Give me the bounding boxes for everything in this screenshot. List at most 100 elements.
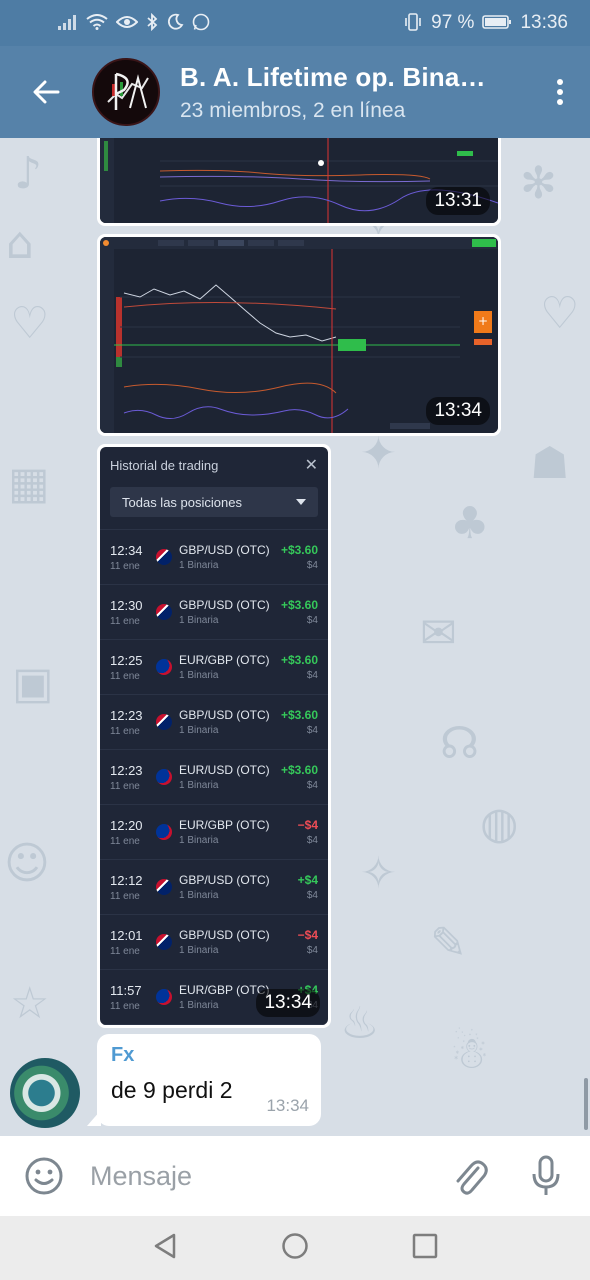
message-input[interactable]: Mensaje	[90, 1161, 446, 1192]
attach-button[interactable]	[446, 1152, 494, 1200]
trade-time: 12:23	[110, 762, 143, 778]
pancake-doodle-icon: ◍	[480, 798, 519, 849]
trade-row: 12:30 11 ene GBP/USD (OTC) 1 Binaria +$3.60 $…	[100, 585, 328, 640]
trade-pair-block: GBP/USD (OTC) 1 Binaria	[179, 928, 298, 956]
trade-type: 1 Binaria	[179, 835, 219, 846]
nav-home-button[interactable]	[281, 1232, 309, 1265]
nav-back-button[interactable]	[152, 1232, 178, 1265]
trade-time: 12:30	[110, 597, 143, 613]
currency-flag-icon	[156, 549, 172, 565]
more-vert-icon	[557, 79, 563, 105]
trade-pair-block: GBP/USD (OTC) 1 Binaria	[179, 708, 281, 736]
status-left-icons	[58, 12, 210, 34]
trade-time-block: 12:30 11 ene	[110, 598, 156, 627]
trade-pair-block: EUR/GBP (OTC) 1 Binaria	[179, 818, 298, 846]
whatsapp-icon	[192, 13, 210, 34]
trade-pair-block: GBP/USD (OTC) 1 Binaria	[179, 873, 298, 901]
trade-type: 1 Binaria	[179, 615, 219, 626]
image-message-1[interactable]: 13:31	[97, 138, 501, 226]
trade-pair: GBP/USD (OTC)	[179, 873, 270, 887]
trade-type: 1 Binaria	[179, 890, 219, 901]
heart-doodle-icon: ♡	[10, 298, 50, 349]
image-timestamp: 13:31	[426, 187, 490, 215]
trade-type: 1 Binaria	[179, 670, 219, 681]
trade-time-block: 12:25 11 ene	[110, 653, 156, 682]
chat-subtitle: 23 miembros, 2 en línea	[180, 98, 406, 122]
eye-icon	[115, 14, 139, 33]
image-timestamp: 13:34	[256, 989, 320, 1017]
text-message[interactable]: Fx de 9 perdi 2 13:34	[87, 1034, 321, 1126]
arrow-back-icon	[33, 80, 60, 104]
trade-date: 11 ene	[110, 890, 140, 902]
trade-pair: EUR/USD (OTC)	[179, 763, 270, 777]
trade-pair-block: GBP/USD (OTC) 1 Binaria	[179, 598, 281, 626]
nav-recents-button[interactable]	[412, 1233, 438, 1264]
back-button[interactable]	[0, 46, 92, 138]
trade-stake: $4	[306, 945, 318, 956]
currency-flag-icon	[156, 879, 172, 895]
more-options-button[interactable]	[530, 46, 590, 138]
chat-area[interactable]: ♪ ⌂ ♡ ▦ ▣ ☺ ☆ ✻ ♡ ♣ ☗ ✉ ✦ ☊ ◍ ✧ ✎ ♨ ☃ ✧	[0, 138, 590, 1136]
group-logo-icon	[94, 60, 158, 124]
trade-profit: −$4	[297, 818, 318, 832]
currency-flag-icon	[156, 989, 172, 1005]
trade-date: 11 ene	[110, 780, 140, 792]
image-timestamp: 13:34	[426, 397, 490, 425]
currency-flag-icon	[156, 934, 172, 950]
emoji-button[interactable]	[20, 1152, 68, 1200]
trade-pair: GBP/USD (OTC)	[179, 928, 270, 942]
chevron-down-icon	[296, 499, 306, 505]
bell-doodle-icon: ☊	[440, 718, 480, 769]
image-message-2[interactable]: + 13:34	[97, 234, 501, 436]
trade-date: 11 ene	[110, 725, 140, 737]
trade-row: 12:23 11 ene GBP/USD (OTC) 1 Binaria +$3.60 $…	[100, 695, 328, 750]
trade-row: 12:23 11 ene EUR/USD (OTC) 1 Binaria +$3.60 $…	[100, 750, 328, 805]
bluetooth-icon	[146, 12, 158, 34]
trade-stake: $4	[306, 725, 318, 736]
microphone-icon	[532, 1155, 560, 1195]
chat-avatar[interactable]	[92, 58, 160, 126]
trade-date: 11 ene	[110, 1000, 140, 1012]
sender-avatar[interactable]	[10, 1058, 80, 1128]
trade-type: 1 Binaria	[179, 560, 219, 571]
star-doodle-icon: ✧	[360, 848, 397, 899]
chart-screenshot-1[interactable]: 13:31	[100, 138, 498, 223]
trade-row: 12:20 11 ene EUR/GBP (OTC) 1 Binaria −$4 $4	[100, 805, 328, 860]
trade-amount-block: +$4$4	[298, 873, 318, 901]
trade-amount-block: +$3.60 $4	[281, 763, 318, 791]
trade-time-block: 11:57 11 ene	[110, 983, 156, 1012]
trade-amount-block: +$3.60 $4	[281, 598, 318, 626]
trade-stake: $4	[306, 670, 318, 681]
scrollbar[interactable]	[584, 1078, 588, 1130]
trade-pair-block: EUR/GBP (OTC) 1 Binaria	[179, 653, 281, 681]
battery-icon	[482, 14, 512, 33]
trade-history-message[interactable]: Historial de trading ✕ Todas las posicio…	[97, 444, 331, 1028]
paperclip-icon	[456, 1160, 488, 1195]
trade-time: 11:57	[110, 982, 142, 998]
trade-time-block: 12:01 11 ene	[110, 928, 156, 957]
moon-icon	[166, 13, 184, 34]
currency-flag-icon	[156, 824, 172, 840]
calendar-doodle-icon: ▦	[8, 458, 50, 509]
trade-time: 12:23	[110, 707, 143, 723]
currency-flag-icon	[156, 604, 172, 620]
trade-profit: +$3.60	[280, 543, 318, 557]
message-sender[interactable]: Fx	[111, 1044, 307, 1067]
trade-row: 12:34 11 ene GBP/USD (OTC) 1 Binaria +$3.60 $…	[100, 530, 328, 585]
chart-screenshot-2[interactable]: + 13:34	[100, 237, 498, 433]
status-bar: 97 % 13:36	[0, 0, 590, 46]
emoji-icon	[25, 1157, 63, 1195]
trade-time: 12:01	[110, 927, 143, 943]
trade-amount-block: +$3.60 $4	[281, 708, 318, 736]
currency-flag-icon	[156, 659, 172, 675]
trade-stake: $4	[306, 560, 318, 571]
trade-time-block: 12:23 11 ene	[110, 763, 156, 792]
voice-message-button[interactable]	[522, 1152, 570, 1200]
chat-title-block[interactable]: B. A. Lifetime op. Bina… 23 miembros, 2 …	[180, 62, 510, 123]
trade-profit: −$4	[297, 928, 318, 942]
trade-date: 11 ene	[110, 945, 140, 957]
tree-doodle-icon: ♣	[450, 498, 490, 549]
trade-pair: GBP/USD (OTC)	[179, 598, 270, 612]
trade-time: 12:34	[110, 542, 143, 558]
trade-history-panel[interactable]: Historial de trading ✕ Todas las posicio…	[100, 447, 328, 1025]
